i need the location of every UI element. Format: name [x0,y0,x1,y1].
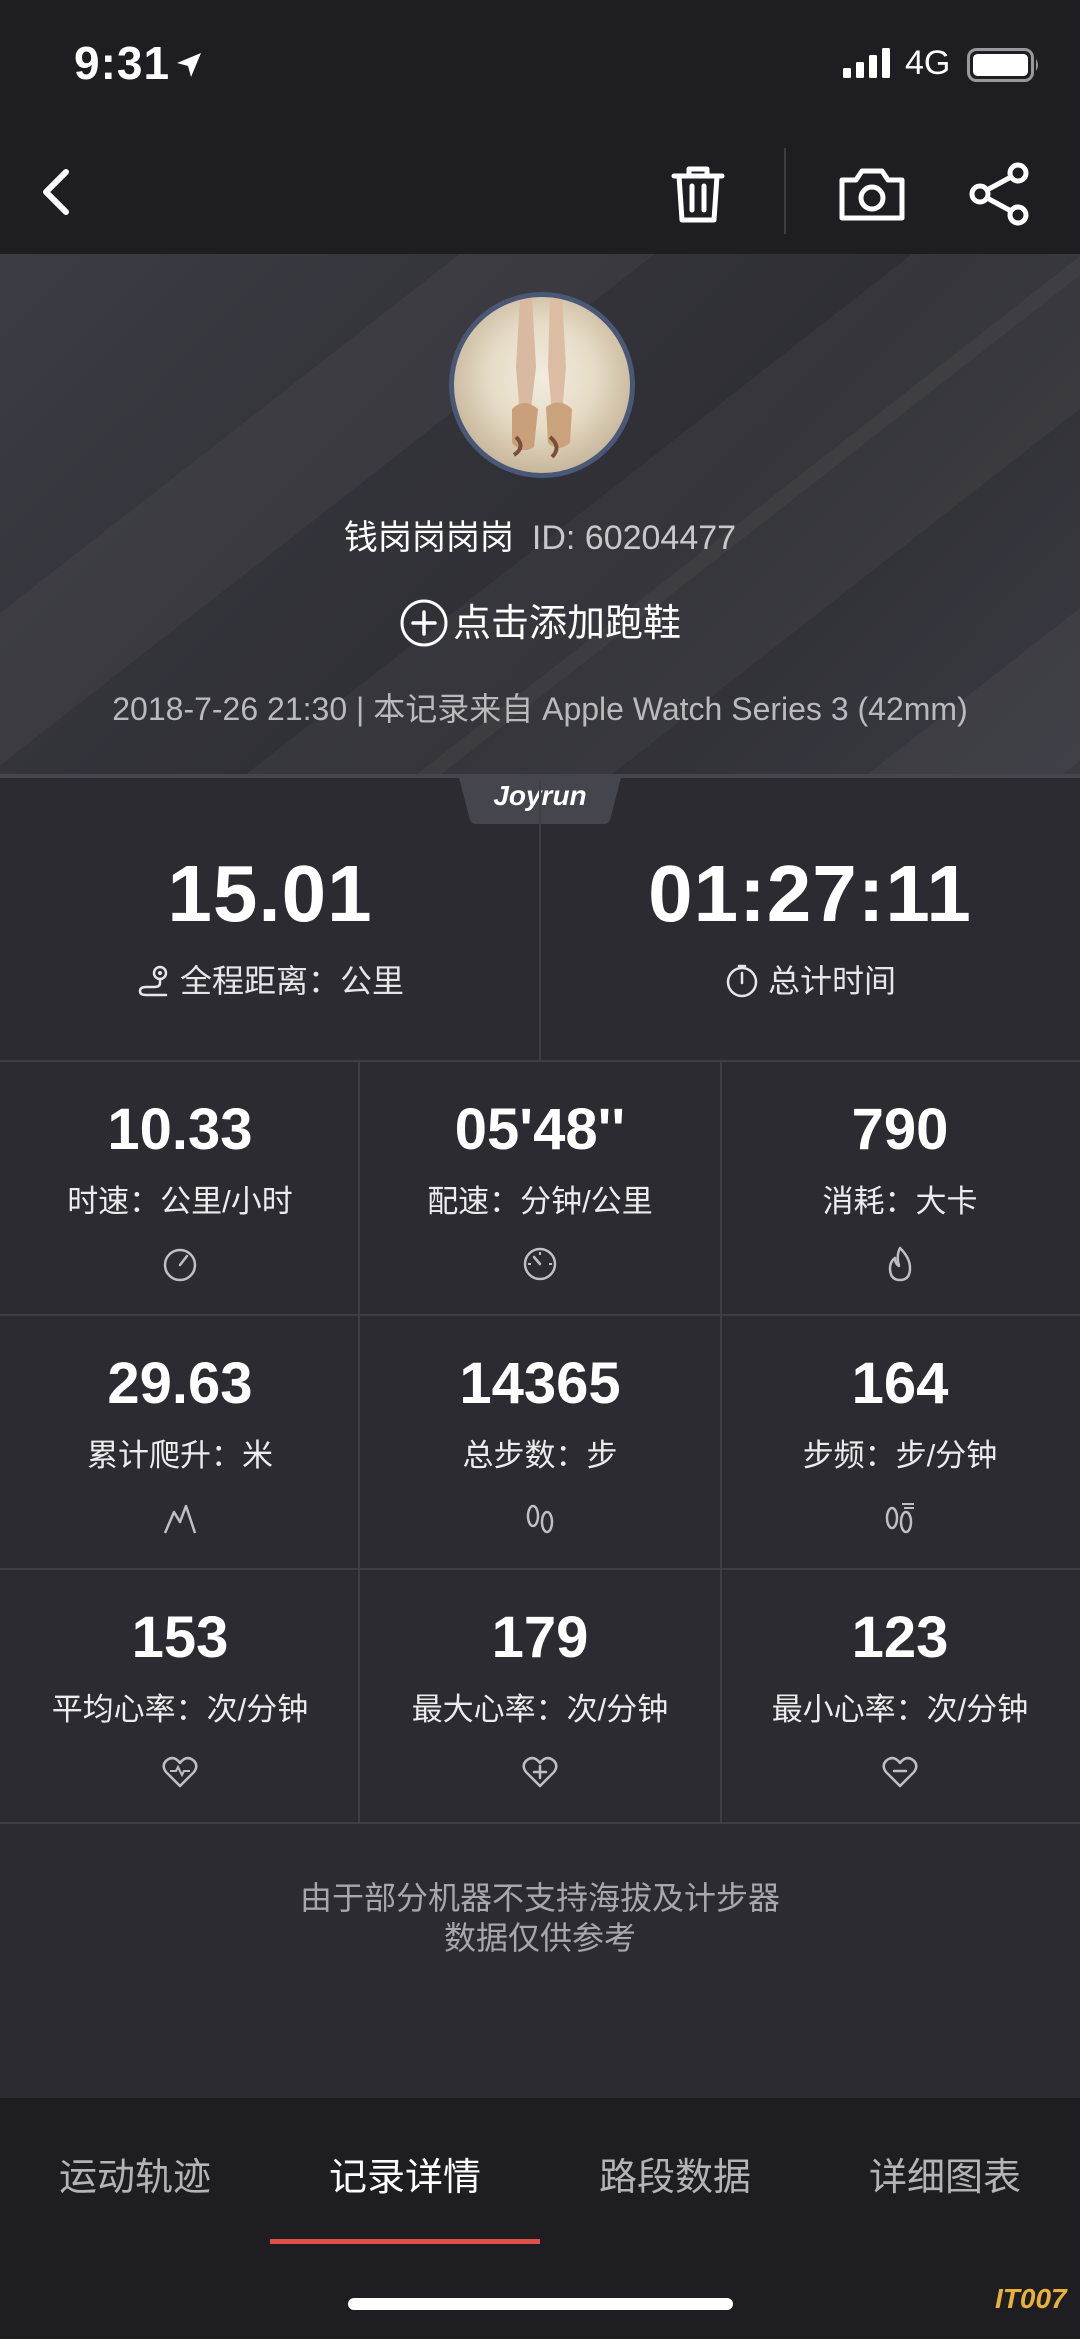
metric-value: 153 [131,1605,229,1670]
add-shoe-button[interactable]: 点击添加跑鞋 [0,592,1080,651]
metric-label: 平均心率：次/分钟 [51,1692,309,1727]
disclaimer-line-2: 数据仅供参考 [443,1920,636,1956]
delete-button[interactable] [660,156,736,232]
grid-row-line [0,1568,1080,1570]
metric-value: 790 [851,1097,949,1162]
signal-icon [843,48,890,78]
time-summary: 01:27:11 总计时间 [540,778,1080,1061]
avatar[interactable] [449,292,635,478]
nav-bar [0,130,1080,254]
back-button[interactable] [28,152,100,232]
metric-label: 最大心率：次/分钟 [411,1692,669,1727]
metric-speed: 10.33 时速：公里/小时 [0,1062,360,1315]
chevron-left-icon [43,169,69,215]
camera-button[interactable] [834,156,910,232]
status-time: 9:31 [74,37,171,89]
avatar-photo [512,297,572,459]
user-name: 钱岗岗岗岗 [343,519,514,557]
footprints-icon [526,1504,554,1534]
metric-calories: 790 消耗：大卡 [720,1062,1080,1315]
home-indicator [348,2298,733,2310]
metric-min-heart-rate: 123 最小心率：次/分钟 [720,1570,1080,1823]
heart-avg-icon [162,1756,198,1788]
user-id: ID: 60204477 [531,519,737,557]
heart-max-icon [522,1756,558,1788]
share-icon [969,162,1029,226]
distance-value: 15.01 [167,849,373,938]
metric-value: 29.63 [107,1351,253,1416]
stopwatch-icon [726,964,758,997]
network-type: 4G [905,44,951,82]
metric-label: 配速：分钟/公里 [427,1184,653,1219]
metric-label: 时速：公里/小时 [67,1184,293,1219]
grid-separator [720,1062,722,1822]
disclaimer-line-1: 由于部分机器不支持海拔及计步器 [299,1880,780,1916]
battery-icon [967,48,1038,82]
pace-dial-icon [523,1247,557,1281]
active-tab-indicator [270,2239,540,2244]
metric-value: 05'48'' [454,1097,626,1162]
metric-value: 10.33 [107,1097,253,1162]
distance-label: 全程距离：公里 [179,963,404,999]
metric-value: 164 [851,1351,949,1416]
flame-icon [888,1246,912,1282]
location-arrow-icon [177,53,201,77]
summary-separator [539,780,541,1060]
distance-summary: 15.01 全程距离：公里 [0,778,540,1061]
metric-label: 消耗：大卡 [822,1184,978,1219]
nav-separator [784,148,786,234]
profile-header: 钱岗岗岗岗 ID: 60204477 点击添加跑鞋 2018-7-26 21:30… [0,254,1080,774]
share-button[interactable] [962,156,1038,232]
metric-value: 123 [851,1605,949,1670]
status-bar: 9:31 4G [0,0,1080,130]
metric-elevation: 29.63 累计爬升：米 [0,1316,360,1569]
data-disclaimer: 由于部分机器不支持海拔及计步器 数据仅供参考 [0,1878,1080,1958]
add-shoe-label: 点击添加跑鞋 [452,603,681,645]
time-value: 01:27:11 [648,849,972,938]
grid-bottom-line [0,1822,1080,1824]
metrics-grid: 10.33 时速：公里/小时 05'48'' 配速：分钟/公里 790 消耗：大… [0,1062,1080,1822]
metric-label: 步频：步/分钟 [802,1438,998,1473]
user-info-line: 钱岗岗岗岗 ID: 60204477 [0,510,1080,559]
tab-record-details[interactable]: 记录详情 [270,2146,540,2201]
metric-label: 总步数：步 [462,1438,618,1473]
grid-separator [358,1062,360,1822]
plus-circle-icon [400,599,448,647]
camera-icon [839,168,905,221]
time-label: 总计时间 [767,963,896,999]
metric-value: 14365 [459,1351,621,1416]
metric-max-heart-rate: 179 最大心率：次/分钟 [360,1570,720,1823]
time-label-row: 总计时间 [540,956,1080,1002]
watermark: IT007 [995,2283,1067,2314]
speedometer-icon [163,1248,197,1282]
metric-label: 累计爬升：米 [87,1438,273,1473]
tab-track[interactable]: 运动轨迹 [0,2146,270,2201]
metric-value: 179 [491,1605,589,1670]
route-icon [138,965,168,996]
metric-pace: 05'48'' 配速：分钟/公里 [360,1062,720,1315]
metric-label: 最小心率：次/分钟 [771,1692,1029,1727]
record-info: 2018-7-26 21:30 | 本记录来自 Apple Watch Seri… [112,691,968,727]
tab-detailed-charts[interactable]: 详细图表 [810,2146,1080,2201]
mountain-icon [163,1504,197,1534]
metric-steps: 14365 总步数：步 [360,1316,720,1569]
distance-label-row: 全程距离：公里 [0,956,540,1002]
cadence-icon [885,1503,914,1534]
grid-row-line [0,1314,1080,1316]
metric-avg-heart-rate: 153 平均心率：次/分钟 [0,1570,360,1823]
heart-min-icon [882,1756,918,1788]
trash-icon [671,166,725,223]
tab-segment-data[interactable]: 路段数据 [540,2146,810,2201]
metric-cadence: 164 步频：步/分钟 [720,1316,1080,1569]
